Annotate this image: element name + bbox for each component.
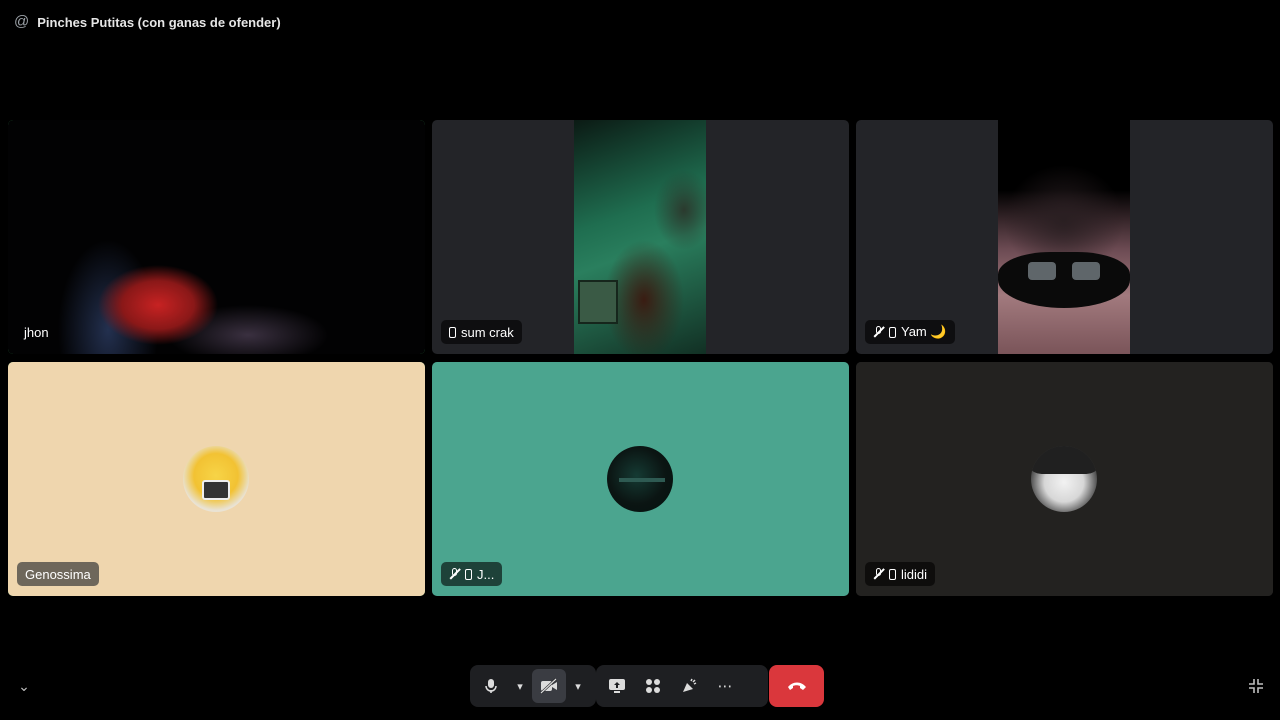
mic-options-chevron-icon[interactable]: ▾ xyxy=(510,669,530,703)
exit-fullscreen-icon[interactable] xyxy=(1246,676,1266,696)
more-options-icon[interactable]: ⋯ xyxy=(708,669,742,703)
participant-name: jhon xyxy=(24,324,49,340)
participant-name-tag: lididi xyxy=(865,562,936,586)
participant-tile-lididi[interactable]: lididi xyxy=(856,362,1273,596)
mobile-icon xyxy=(889,326,896,338)
avatar xyxy=(607,446,673,512)
video-feed xyxy=(8,120,425,354)
sunglasses xyxy=(998,252,1130,308)
microphone-icon[interactable] xyxy=(474,669,508,703)
video-feed xyxy=(998,120,1130,354)
soundboard-icon[interactable] xyxy=(672,669,706,703)
mobile-icon xyxy=(465,568,472,580)
lens-reflection xyxy=(1028,262,1056,280)
participant-tile-sum-crak[interactable]: sum crak xyxy=(432,120,849,354)
actions-group: ⋯ xyxy=(596,665,768,707)
screen-share-icon[interactable] xyxy=(600,669,634,703)
participant-name-tag: J... xyxy=(441,562,503,586)
activities-icon[interactable] xyxy=(636,669,670,703)
participant-name-tag: jhon xyxy=(16,320,57,344)
chevron-down-icon[interactable]: ⌄ xyxy=(14,676,34,696)
channel-title: Pinches Putitas (con ganas de ofender) xyxy=(37,14,281,30)
muted-mic-icon xyxy=(449,568,460,580)
mic-camera-group: ▾ ▾ xyxy=(470,665,596,707)
muted-mic-icon xyxy=(873,568,884,580)
mobile-icon xyxy=(889,568,896,580)
hangup-icon xyxy=(787,682,806,690)
participant-name-tag: Genossima xyxy=(17,562,99,586)
avatar xyxy=(183,446,249,512)
avatar-detail xyxy=(202,480,230,500)
mobile-icon xyxy=(449,326,456,338)
participant-tile-genossima[interactable]: Genossima xyxy=(8,362,425,596)
at-icon: @ xyxy=(14,13,30,30)
wall-frame xyxy=(578,280,618,324)
participant-name: lididi xyxy=(901,566,928,582)
channel-header: @ Pinches Putitas (con ganas de ofender) xyxy=(14,12,281,32)
lens-reflection xyxy=(1072,262,1100,280)
participant-tile-j[interactable]: J... xyxy=(432,362,849,596)
avatar-detail xyxy=(619,478,665,482)
participant-name: sum crak xyxy=(461,324,514,340)
participant-name: Yam 🌙 xyxy=(901,324,947,339)
hangup-button[interactable] xyxy=(769,665,824,707)
participant-name: J... xyxy=(477,566,495,582)
video-feed xyxy=(574,120,706,354)
participant-name-tag: sum crak xyxy=(441,320,522,344)
participant-tile-yam[interactable]: Yam 🌙 xyxy=(856,120,1273,354)
avatar-detail xyxy=(1031,446,1097,474)
camera-options-chevron-icon[interactable]: ▾ xyxy=(568,669,588,703)
avatar xyxy=(1031,446,1097,512)
muted-mic-icon xyxy=(873,326,884,338)
camera-off-icon[interactable] xyxy=(532,669,566,703)
participant-name: Genossima xyxy=(25,566,91,582)
participant-name-tag: Yam 🌙 xyxy=(865,320,955,344)
participant-tile-jhon[interactable]: jhon xyxy=(8,120,425,354)
